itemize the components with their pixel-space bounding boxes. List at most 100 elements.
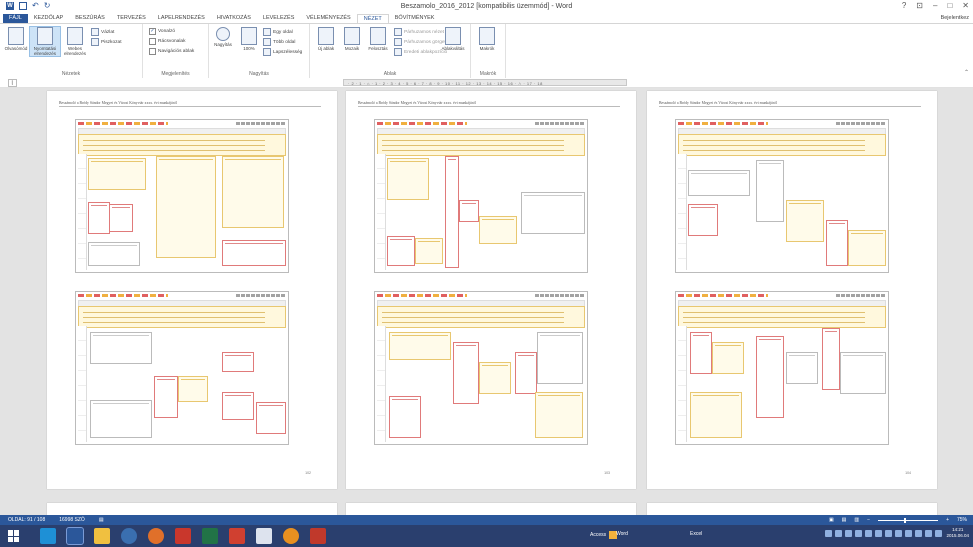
split-button[interactable]: Felosztás — [366, 27, 390, 51]
taskbar-app-word[interactable]: Word — [616, 531, 628, 537]
page-width-button[interactable]: Lapszélesség — [263, 48, 302, 56]
tray-icon[interactable] — [905, 529, 913, 537]
page-count[interactable]: OLDAL: 91 / 108 — [8, 515, 45, 525]
schedule-allday-band — [78, 134, 286, 156]
tab-mailings[interactable]: LEVELEZÉS — [257, 14, 301, 23]
navigation-pane-checkbox[interactable]: Navigációs ablak — [149, 48, 194, 55]
maximize-button[interactable]: □ — [947, 1, 952, 10]
schedule-title — [678, 122, 768, 125]
schedule-table — [675, 119, 889, 273]
proofing-icon[interactable]: ▤ — [99, 515, 104, 525]
tray-icon[interactable] — [935, 529, 943, 537]
print-layout-view-icon[interactable]: ▤ — [842, 515, 847, 525]
help-button[interactable]: ? — [902, 1, 906, 10]
taskbar-app-access[interactable]: Access — [590, 531, 618, 539]
side-by-side-button[interactable]: Párhuzamos nézet — [394, 28, 444, 36]
document-area[interactable]: Beszámoló a Bródy Sándor Megyei és Város… — [0, 88, 973, 515]
tray-icon[interactable] — [835, 529, 843, 537]
close-button[interactable]: ✕ — [962, 1, 969, 10]
notepad-icon[interactable] — [256, 528, 272, 544]
read-mode-view-icon[interactable]: ▣ — [829, 515, 834, 525]
file-explorer-icon[interactable] — [94, 528, 110, 544]
acrobat-icon[interactable] — [310, 528, 326, 544]
tab-references[interactable]: HIVATKOZÁS — [211, 14, 257, 23]
zoom-slider-thumb[interactable] — [904, 517, 907, 523]
collapse-ribbon-icon[interactable]: ⌃ — [964, 69, 969, 76]
read-mode-button[interactable]: Olvasómód — [4, 27, 28, 51]
next-page-top[interactable] — [647, 503, 937, 515]
draft-label: Piszkozat — [101, 39, 122, 45]
schedule-event — [154, 376, 178, 418]
vlc-icon[interactable] — [283, 528, 299, 544]
ruler-checkbox[interactable]: ✓ Vonalzó — [149, 28, 175, 35]
tray-icon[interactable] — [915, 529, 923, 537]
tab-view[interactable]: NÉZET — [356, 13, 389, 24]
web-layout-view-icon[interactable]: ▥ — [854, 515, 859, 525]
word-count[interactable]: 16998 SZÓ — [59, 515, 85, 525]
taskbar-app-access-label: Access — [590, 532, 607, 538]
tab-selector-icon[interactable]: ⌊ — [8, 79, 17, 87]
tab-review[interactable]: VÉLEMÉNYEZÉS — [300, 14, 356, 23]
schedule-event — [387, 158, 429, 200]
web-layout-button[interactable]: Webes elrendezés — [63, 27, 87, 56]
schedule-event — [535, 392, 583, 438]
tray-icon[interactable] — [895, 529, 903, 537]
internet-explorer-icon[interactable] — [40, 528, 56, 544]
tray-icon[interactable] — [825, 529, 833, 537]
tab-home[interactable]: KEZDŐLAP — [28, 14, 69, 23]
schedule-event — [756, 160, 784, 222]
gridlines-checkbox[interactable]: Rácsvonalak — [149, 38, 185, 45]
tab-insert[interactable]: BESZÚRÁS — [69, 14, 111, 23]
zoom-level[interactable]: 75% — [957, 515, 967, 525]
next-page-top[interactable] — [47, 503, 337, 515]
excel-icon[interactable] — [202, 528, 218, 544]
taskbar-app-excel[interactable]: Excel — [690, 531, 702, 537]
minimize-button[interactable]: – — [933, 1, 937, 10]
multiple-pages-button[interactable]: Több oldal — [263, 38, 295, 46]
next-page-top[interactable] — [346, 503, 636, 515]
app-star-icon[interactable] — [229, 528, 245, 544]
zoom-slider[interactable] — [878, 517, 939, 523]
word-taskbar-icon[interactable] — [66, 527, 84, 545]
tab-addins[interactable]: BŐVÍTMÉNYEK — [389, 14, 441, 23]
macros-button[interactable]: Makrók — [475, 27, 499, 51]
ruler-label: Vonalzó — [158, 29, 176, 34]
horizontal-ruler[interactable]: · 2 · 1 · ⌂ · 1 · 2 · 3 · 4 · 5 · 6 · 7 … — [343, 79, 627, 86]
clock[interactable]: 14:21 2015.06.04 — [946, 527, 969, 539]
document-page[interactable]: Beszámoló a Bródy Sándor Megyei és Város… — [346, 91, 636, 489]
document-page[interactable]: Beszámoló a Bródy Sándor Megyei és Város… — [47, 91, 337, 489]
tray-icon[interactable] — [845, 529, 853, 537]
media-player-icon[interactable] — [121, 528, 137, 544]
schedule-event — [826, 220, 848, 266]
group-zoom: Nagyítás 100% Egy oldal Több oldal Lapsz… — [209, 24, 310, 78]
system-tray[interactable] — [825, 529, 943, 537]
tray-icon[interactable] — [885, 529, 893, 537]
tab-file[interactable]: FÁJL — [3, 14, 28, 23]
schedule-table — [75, 119, 289, 273]
print-layout-button[interactable]: Nyomtatási elrendezés — [29, 26, 61, 57]
document-page[interactable]: Beszámoló a Bródy Sándor Megyei és Város… — [647, 91, 937, 489]
firefox-icon[interactable] — [148, 528, 164, 544]
ribbon-display-button[interactable]: ⊡ — [916, 1, 923, 10]
zoom-100-button[interactable]: 100% — [237, 27, 261, 51]
zoom-out-icon[interactable]: − — [867, 515, 870, 525]
tab-layout[interactable]: LAPELRENDEZÉS — [152, 14, 211, 23]
windows-start-icon[interactable] — [8, 530, 20, 542]
powerpoint-icon[interactable] — [175, 528, 191, 544]
tray-icon[interactable] — [855, 529, 863, 537]
switch-windows-button[interactable]: Ablakváltás — [438, 27, 468, 51]
tray-icon[interactable] — [875, 529, 883, 537]
tray-icon[interactable] — [925, 529, 933, 537]
draft-button[interactable]: Piszkozat — [91, 38, 122, 46]
one-page-icon — [263, 28, 271, 36]
outline-button[interactable]: Vázlat — [91, 28, 114, 36]
arrange-all-button[interactable]: Mozaik — [340, 27, 364, 51]
zoom-button[interactable]: Nagyítás — [211, 27, 235, 47]
one-page-button[interactable]: Egy oldal — [263, 28, 293, 36]
tab-design[interactable]: TERVEZÉS — [111, 14, 152, 23]
gridlines-label: Rácsvonalak — [158, 39, 186, 44]
tray-icon[interactable] — [865, 529, 873, 537]
sign-in-link[interactable]: Bejelentkez — [941, 15, 969, 21]
zoom-in-icon[interactable]: + — [946, 515, 949, 525]
new-window-button[interactable]: Új ablak — [314, 27, 338, 51]
